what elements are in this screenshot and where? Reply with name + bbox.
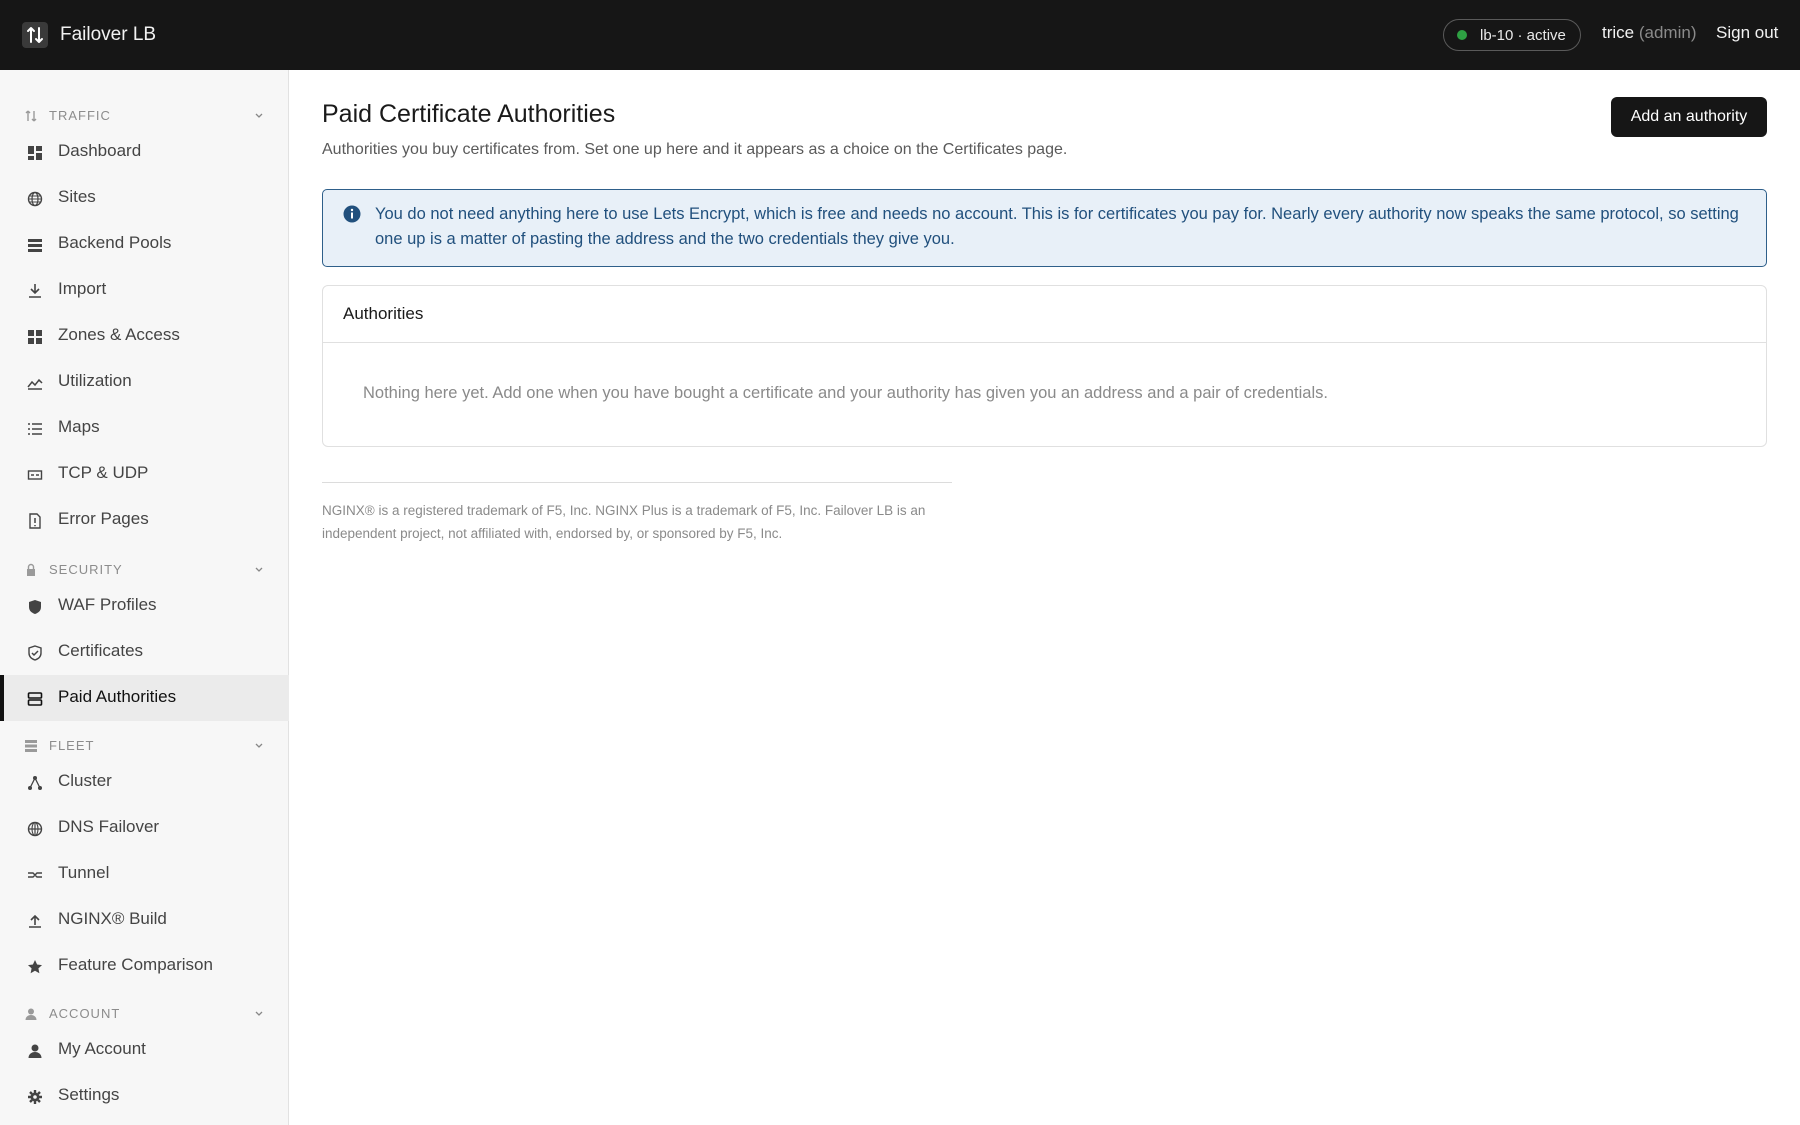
app-title: Failover LB [60,24,157,45]
sidebar: TRAFFIC Dashboard Sites Backend Pools Im… [0,70,289,1125]
chevron-down-icon [253,1006,265,1018]
sidebar-item-dns-failover[interactable]: DNS Failover [0,805,289,851]
download-icon [26,282,44,300]
arrows-up-down-icon [22,22,48,48]
empty-state-text: Nothing here yet. Add one when you have … [363,384,1328,402]
sidebar-item-label: Backend Pools [58,233,172,252]
sidebar-item-label: Feature Comparison [58,955,213,974]
sidebar-item-feature-comparison[interactable]: Feature Comparison [0,943,289,989]
sidebar-item-label: My Account [58,1039,146,1058]
sidebar-item-label: Zones & Access [58,325,180,344]
sidebar-item-label: Tunnel [58,863,110,882]
cluster-icon [26,774,44,792]
sidebar-item-label: Utilization [58,371,132,390]
list-icon [26,420,44,438]
top-bar: Failover LB lb-10 · active trice (admin)… [0,0,1800,70]
grid-icon [26,328,44,346]
brand[interactable]: Failover LB [22,20,156,50]
page-subtitle: Authorities you buy certificates from. S… [322,141,1068,158]
sidebar-item-label: Maps [58,417,100,436]
sidebar-item-waf-profiles[interactable]: WAF Profiles [0,583,289,629]
chevron-down-icon [253,562,265,574]
sidebar-item-error-pages[interactable]: Error Pages [0,497,289,543]
sidebar-item-settings[interactable]: Settings [0,1073,289,1119]
sidebar-item-maps[interactable]: Maps [0,405,289,451]
sidebar-item-my-account[interactable]: My Account [0,1027,289,1073]
star-icon [26,958,44,976]
sidebar-item-nginx-build[interactable]: NGINX® Build [0,897,289,943]
port-icon [26,466,44,484]
info-callout: You do not need anything here to use Let… [322,189,1767,267]
footer-divider [322,482,952,483]
sidebar-item-backend-pools[interactable]: Backend Pools [0,221,289,267]
sidebar-item-label: Dashboard [58,141,142,160]
sidebar-item-sites[interactable]: Sites [0,175,289,221]
file-alert-icon [26,512,44,530]
sidebar-item-label: Cluster [58,771,112,790]
rack-icon [24,739,38,753]
shield-check-icon [26,644,44,662]
sidebar-item-zones-access[interactable]: Zones & Access [0,313,289,359]
lock-icon [24,563,38,577]
globe-network-icon [26,820,44,838]
section-fleet[interactable]: FLEET [0,733,289,757]
card-header: Authorities [323,286,1766,343]
arrows-up-down-icon [24,109,38,123]
sidebar-item-tunnel[interactable]: Tunnel [0,851,289,897]
user-name: trice [1602,23,1635,42]
footer-text: NGINX® is a registered trademark of F5, … [322,503,926,541]
gear-icon [26,1088,44,1106]
stack-icon [26,236,44,254]
status-text: lb-10 · active [1480,26,1566,44]
person-icon [24,1007,38,1021]
sidebar-item-import[interactable]: Import [0,267,289,313]
sidebar-item-paid-authorities[interactable]: Paid Authorities [0,675,289,721]
upload-icon [26,912,44,930]
tunnel-icon [26,866,44,884]
dashboard-icon [26,144,44,162]
section-account[interactable]: ACCOUNT [0,1001,289,1025]
server-icon [26,690,44,708]
sidebar-item-label: TCP & UDP [58,463,149,482]
info-icon [343,205,361,223]
sidebar-item-label: Import [58,279,107,298]
sidebar-item-label: DNS Failover [58,817,160,836]
person-icon [26,1042,44,1060]
add-authority-button[interactable]: Add an authority [1611,97,1767,137]
sidebar-item-label: Error Pages [58,509,149,528]
sidebar-item-label: NGINX® Build [58,909,167,928]
info-text: You do not need anything here to use Let… [375,205,1739,248]
card-title: Authorities [343,304,424,323]
sign-out-link[interactable]: Sign out [1716,23,1778,43]
chart-line-icon [26,374,44,392]
sidebar-item-label: Paid Authorities [58,687,177,706]
sidebar-item-certificates[interactable]: Certificates [0,629,289,675]
shield-filled-icon [26,598,44,616]
chevron-down-icon [253,108,265,120]
sidebar-item-label: Certificates [58,641,144,660]
chevron-down-icon [253,738,265,750]
user-info: trice (admin) [1602,23,1696,43]
status-dot [1457,30,1467,40]
user-role: (admin) [1638,23,1697,42]
sidebar-item-label: Settings [58,1085,120,1104]
authorities-card: Authorities Nothing here yet. Add one wh… [322,285,1767,447]
status-badge: lb-10 · active [1443,19,1581,51]
globe-icon [26,190,44,208]
section-security[interactable]: SECURITY [0,557,289,581]
sidebar-item-tcp-udp[interactable]: TCP & UDP [0,451,289,497]
page-title: Paid Certificate Authorities [322,100,616,128]
sidebar-item-cluster[interactable]: Cluster [0,759,289,805]
section-traffic[interactable]: TRAFFIC [0,103,289,127]
sidebar-item-dashboard[interactable]: Dashboard [0,129,289,175]
sidebar-item-utilization[interactable]: Utilization [0,359,289,405]
sidebar-item-label: Sites [58,187,96,206]
sidebar-item-label: WAF Profiles [58,595,157,614]
